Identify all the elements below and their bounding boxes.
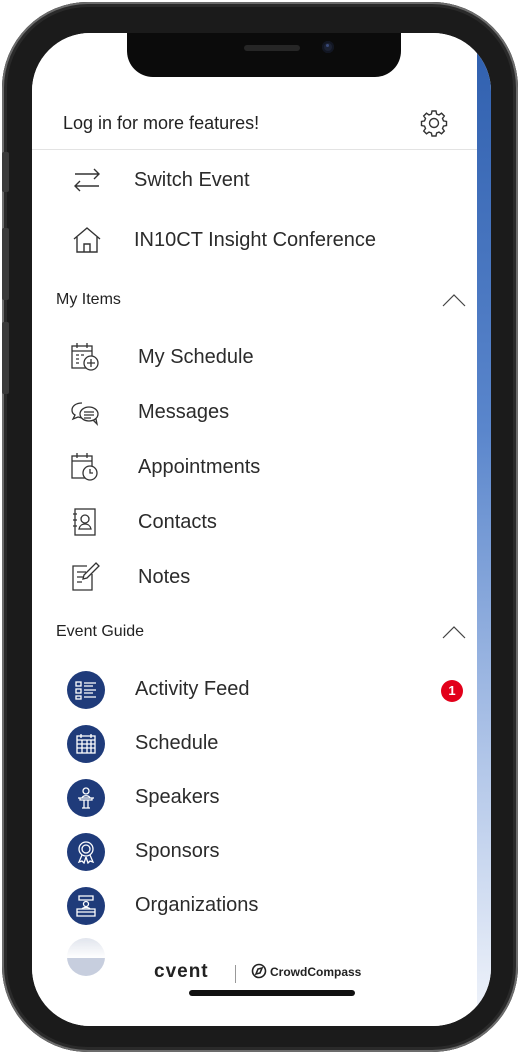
mute-switch	[2, 152, 9, 192]
chat-bubbles-icon	[71, 402, 99, 426]
login-prompt-link[interactable]: Log in for more features!	[63, 113, 259, 134]
menu-header: Log in for more features!	[32, 93, 477, 150]
gear-icon[interactable]	[419, 108, 449, 138]
volume-down-button	[2, 322, 9, 394]
menu-item-label: Speakers	[135, 786, 220, 808]
section-header-my-items[interactable]: My Items	[32, 283, 477, 319]
menu-item-label: Messages	[138, 401, 230, 423]
menu-item-label: Organizations	[135, 894, 259, 916]
background-event-screen[interactable]	[477, 33, 491, 1026]
menu-item-my-schedule[interactable]: My Schedule	[32, 332, 477, 382]
notification-badge: 1	[441, 680, 463, 702]
feed-list-icon	[67, 671, 105, 709]
exhibitor-booth-icon	[67, 887, 105, 925]
section-title: Event Guide	[56, 623, 145, 640]
home-indicator[interactable]	[189, 990, 355, 996]
footer-divider	[235, 965, 236, 983]
menu-item-label: Switch Event	[134, 169, 250, 191]
menu-item-appointments[interactable]: Appointments	[32, 442, 477, 492]
menu-item-label: Schedule	[135, 732, 219, 754]
calendar-grid-icon	[67, 725, 105, 763]
cvent-logo: cvent	[154, 961, 209, 982]
menu-item-label: Activity Feed	[135, 678, 250, 700]
menu-item-notes[interactable]: Notes	[32, 552, 477, 602]
device-notch	[127, 33, 401, 77]
menu-item-organizations[interactable]: Organizations	[32, 880, 477, 930]
menu-item-label: IN10CT Insight Conference	[134, 229, 376, 251]
menu-item-switch-event[interactable]: Switch Event	[32, 155, 477, 205]
volume-up-button	[2, 228, 9, 300]
footer-branding: cvent CrowdCompass	[32, 957, 477, 993]
contact-book-icon	[73, 508, 96, 536]
section-title: My Items	[56, 291, 121, 308]
scroll-fade	[32, 928, 477, 958]
menu-item-speakers[interactable]: Speakers	[32, 772, 477, 822]
home-icon	[73, 227, 101, 253]
note-pen-icon	[72, 562, 100, 591]
crowdcompass-logo-text: CrowdCompass	[270, 965, 362, 979]
speaker-podium-icon	[67, 779, 105, 817]
side-menu-panel: Log in for more features! Switch Event I…	[32, 33, 477, 1026]
switch-arrows-icon	[74, 168, 100, 192]
calendar-add-icon	[71, 343, 99, 371]
phone-frame: Log in for more features! Switch Event I…	[2, 2, 518, 1052]
award-ribbon-icon	[67, 833, 105, 871]
earpiece-speaker	[244, 45, 300, 51]
calendar-clock-icon	[71, 453, 98, 481]
crowdcompass-logo-icon	[251, 963, 267, 979]
menu-item-sponsors[interactable]: Sponsors	[32, 826, 477, 876]
chevron-up-icon[interactable]	[442, 293, 466, 307]
front-camera	[322, 41, 334, 53]
menu-item-event-home[interactable]: IN10CT Insight Conference	[32, 215, 477, 265]
menu-item-label: Contacts	[138, 511, 217, 533]
menu-item-messages[interactable]: Messages	[32, 387, 477, 437]
menu-item-label: Sponsors	[135, 840, 220, 862]
menu-item-schedule[interactable]: Schedule	[32, 718, 477, 768]
section-header-event-guide[interactable]: Event Guide	[32, 615, 477, 651]
menu-item-label: My Schedule	[138, 346, 254, 368]
chevron-up-icon[interactable]	[442, 625, 466, 639]
menu-item-label: Appointments	[138, 456, 261, 478]
menu-item-label: Notes	[138, 566, 191, 588]
app-screen: Log in for more features! Switch Event I…	[32, 33, 491, 1026]
menu-item-contacts[interactable]: Contacts	[32, 497, 477, 547]
menu-item-activity-feed[interactable]: Activity Feed 1	[32, 664, 477, 714]
